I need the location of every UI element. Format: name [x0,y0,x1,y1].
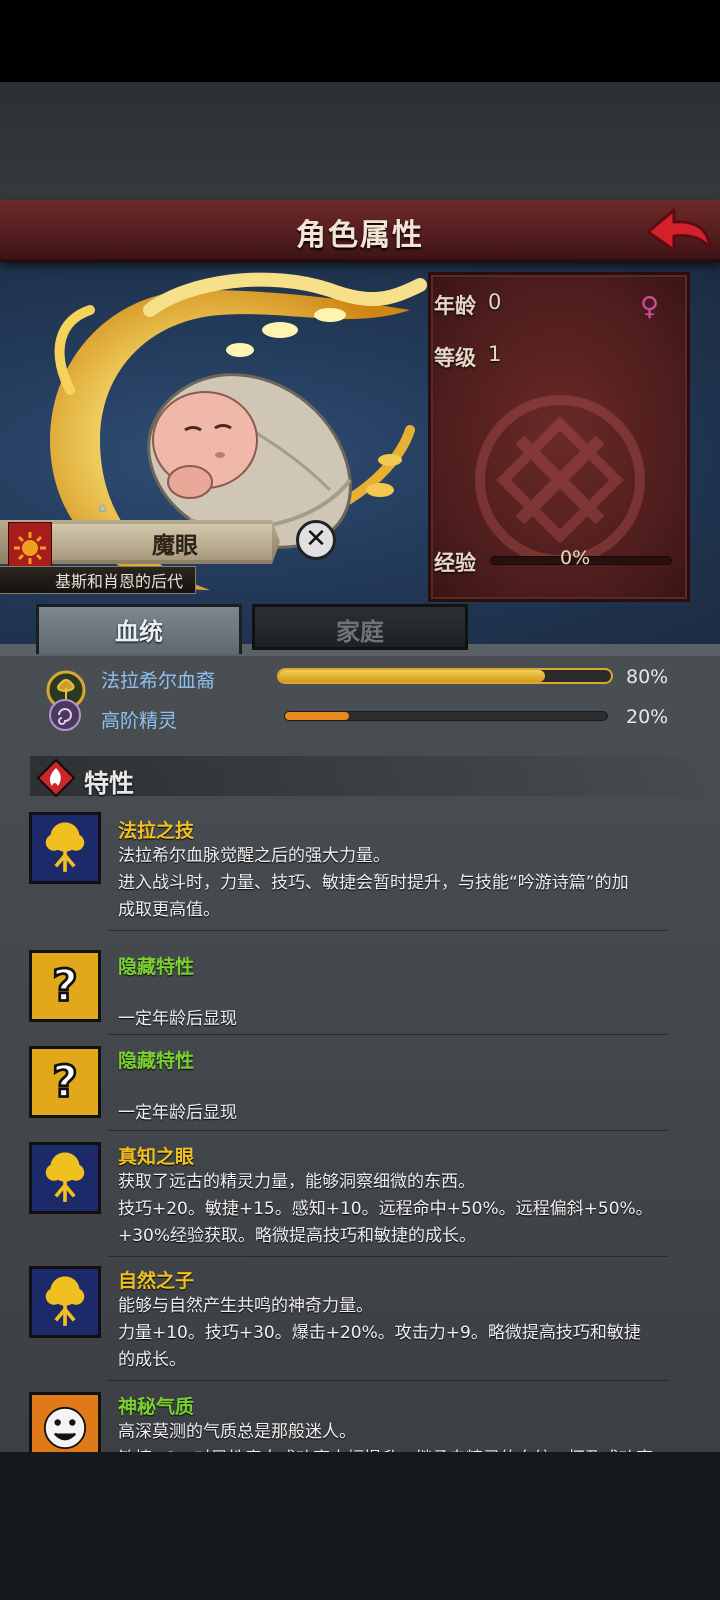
golden-tree-icon[interactable] [29,1266,101,1338]
bloodline-bar-fill [279,670,545,682]
tab-bloodline-label: 血统 [115,618,163,646]
trait-name: 真知之眼 [118,1146,195,1168]
golden-tree-icon[interactable] [29,1142,101,1214]
house-icon: ⌂ [98,500,107,516]
exp-value: 0% [560,547,591,569]
trait-desc-line: +30%经验获取。略微提高技巧和敏捷的成长。 [118,1226,477,1246]
age-label: 年龄 [434,294,476,318]
divider [108,1256,668,1257]
trait-desc-line: 获取了远古的精灵力量，能够洞察细微的东西。 [118,1172,475,1192]
status-bar [0,0,720,82]
character-name[interactable]: 魔眼 [60,526,290,560]
svg-text:?: ? [52,1057,78,1108]
trait-desc-line: 成取更高值。 [118,900,220,920]
close-icon[interactable]: ✕ [296,520,336,560]
age-value: 0 [488,290,502,314]
trait-name: 隐藏特性 [118,956,195,978]
question-mark-icon[interactable]: ? [29,950,101,1022]
divider [108,1380,668,1381]
level-value: 1 [488,342,502,366]
trait-desc-line: 能够与自然产生共鸣的神奇力量。 [118,1296,373,1316]
trait-name: 自然之子 [118,1270,195,1292]
trait-desc-line: 高深莫测的气质总是那般迷人。 [118,1422,356,1442]
trait-name: 隐藏特性 [118,1050,195,1072]
trait-desc-line: 进入战斗时，力量、技巧、敏捷会暂时提升，与技能“吟游诗篇”的加 [118,873,629,893]
divider [108,1130,668,1131]
trait-desc-line: 力量+10。技巧+30。爆击+20%。攻击力+9。略微提高技巧和敏捷 [118,1323,641,1343]
bloodline-bar [284,711,608,721]
exp-label: 经验 [434,551,476,575]
trait-desc-line: 一定年龄后显现 [118,1103,237,1123]
tab-family-label: 家庭 [336,618,384,646]
level-label: 等级 [434,346,476,370]
svg-text:?: ? [52,961,78,1012]
traits-header: 特性 [84,769,135,798]
bloodline-bar [277,668,613,684]
spiral-emblem-icon [49,699,81,731]
trait-desc-line: 技巧+20。敏捷+15。感知+10。远程命中+50%。远程偏斜+50%。 [118,1199,653,1219]
question-mark-icon[interactable]: ? [29,1046,101,1118]
bloodline-percent: 20% [626,706,669,728]
bloodline-name: 法拉希尔血裔 [101,670,216,692]
trait-desc-line: 一定年龄后显现 [118,1009,237,1029]
page-title: 角色属性 [296,218,424,253]
golden-tree-icon[interactable] [29,812,101,884]
lineage-text: 基斯和肖恩的后代 [55,572,184,591]
trait-desc-line: 的成长。 [118,1350,186,1370]
bloodline-percent: 80% [626,666,669,688]
female-gender-icon: ♀ [640,292,660,322]
bloodline-name: 高阶精灵 [101,710,178,732]
divider [108,1034,668,1035]
navigation-bar [0,1452,720,1600]
trait-desc-line: 法拉希尔血脉觉醒之后的强大力量。 [118,846,390,866]
bloodline-bar-fill [285,712,350,720]
flame-diamond-icon [36,758,76,798]
divider [108,930,668,931]
back-arrow-icon[interactable] [644,204,714,258]
trait-name: 神秘气质 [118,1396,195,1418]
trait-name: 法拉之技 [118,820,195,842]
